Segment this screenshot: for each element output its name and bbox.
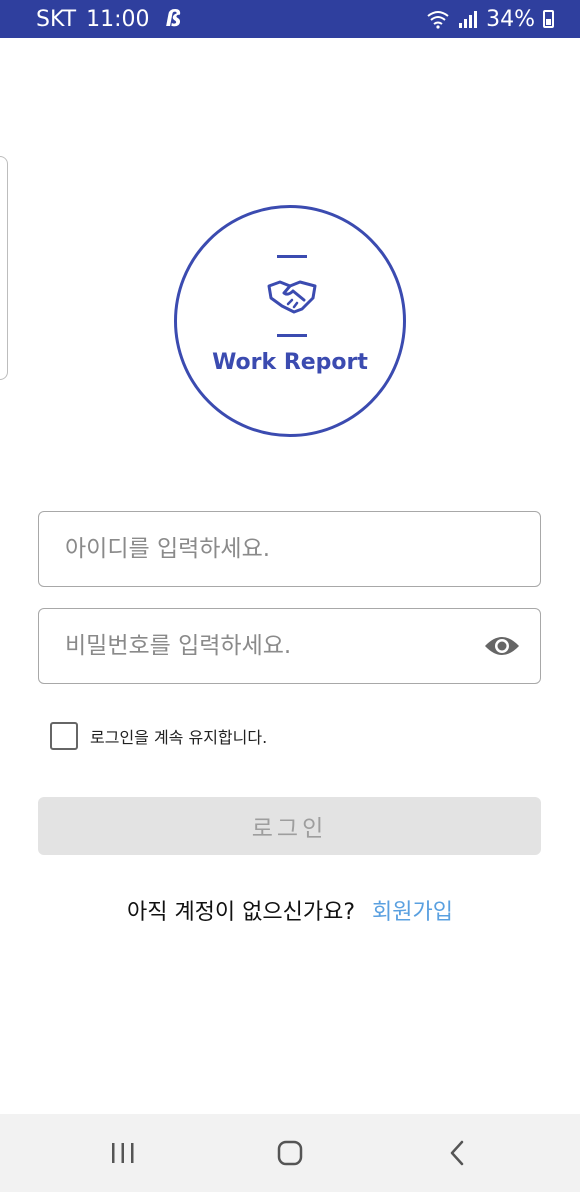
clock: 11:00	[86, 6, 150, 32]
edge-panel-handle[interactable]	[0, 156, 8, 380]
navigation-bar	[0, 1114, 580, 1192]
eye-icon[interactable]	[484, 634, 520, 658]
signup-prompt-row: 아직 계정이 없으신가요? 회원가입	[0, 894, 580, 926]
status-right: 34%	[426, 7, 554, 32]
wifi-icon	[427, 11, 449, 29]
home-button[interactable]	[260, 1123, 320, 1183]
keep-login-checkbox[interactable]	[50, 722, 78, 750]
login-button[interactable]: 로그인	[38, 797, 541, 855]
password-field[interactable]	[38, 608, 541, 684]
signal-icon	[459, 11, 478, 28]
recent-apps-icon	[112, 1143, 134, 1163]
signup-prompt: 아직 계정이 없으신가요?	[126, 900, 356, 925]
logo-bottom-bar	[277, 334, 307, 337]
signup-link[interactable]: 회원가입	[372, 900, 453, 925]
app-logo: Work Report	[174, 205, 406, 437]
back-button[interactable]	[427, 1123, 487, 1183]
sync-icon: ß	[165, 6, 182, 32]
id-input[interactable]	[39, 512, 540, 586]
home-icon	[277, 1140, 303, 1166]
recent-apps-button[interactable]	[93, 1123, 153, 1183]
status-bar: SKT 11:00 ß 34%	[0, 0, 580, 38]
battery-icon	[543, 10, 554, 28]
id-field[interactable]	[38, 511, 541, 587]
carrier-label: SKT	[36, 6, 77, 32]
password-input[interactable]	[39, 609, 540, 683]
handshake-icon	[267, 280, 317, 314]
brand-name: Work Report	[212, 350, 368, 375]
back-icon	[450, 1140, 463, 1166]
logo-top-bar	[277, 255, 307, 258]
keep-login-label[interactable]: 로그인을 계속 유지합니다.	[90, 724, 267, 748]
status-left: SKT 11:00 ß	[36, 7, 181, 32]
keep-login-row[interactable]: 로그인을 계속 유지합니다.	[50, 722, 267, 750]
battery-percent: 34%	[486, 6, 535, 32]
